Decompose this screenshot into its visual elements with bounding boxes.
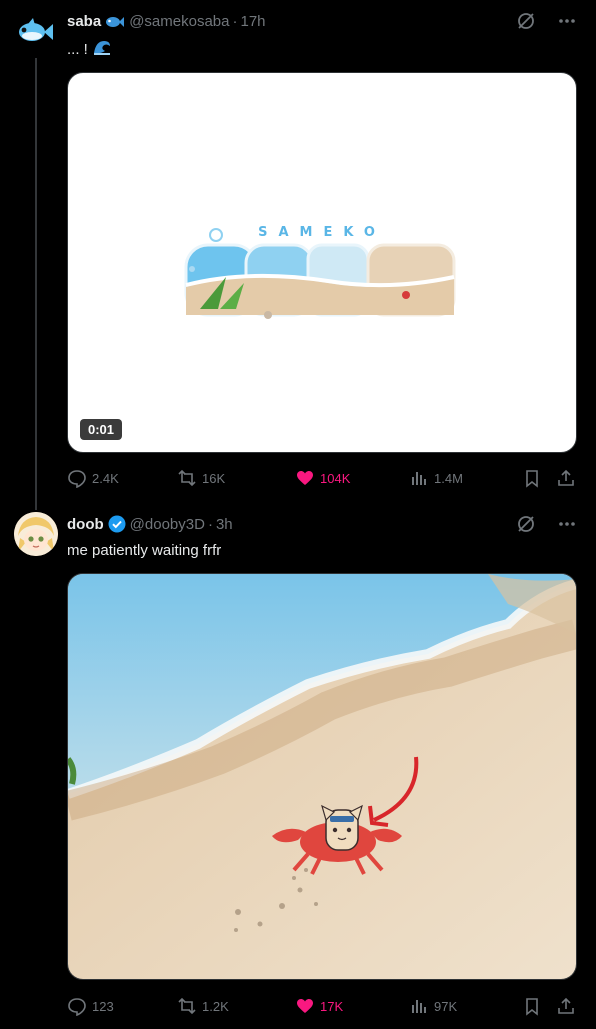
like-button[interactable]: 104K	[295, 468, 350, 488]
tweet-text-body: me patiently waiting frfr	[67, 541, 222, 559]
reply-icon	[68, 470, 86, 488]
tweet-text: ... !	[67, 38, 112, 60]
avatar-doob[interactable]	[14, 512, 58, 556]
wave-emoji-icon	[92, 38, 112, 60]
tweet-text-body: ... !	[67, 40, 88, 58]
tweet-top-icons	[516, 11, 576, 31]
timestamp[interactable]: 3h	[216, 516, 233, 533]
view-count: 1.4M	[434, 470, 463, 486]
repost-count: 1.2K	[202, 998, 229, 1014]
user-handle[interactable]: @dooby3D	[130, 516, 205, 533]
view-count: 97K	[434, 998, 458, 1014]
share-button[interactable]	[556, 996, 576, 1016]
tweet-top-icons	[516, 514, 576, 534]
user-handle[interactable]: @samekosaba	[129, 13, 229, 30]
repost-button[interactable]: 1.2K	[177, 996, 229, 1016]
repost-button[interactable]: 16K	[177, 468, 225, 488]
fish-emoji-icon	[105, 13, 125, 29]
views-button[interactable]: 1.4M	[409, 468, 463, 488]
tweet-doob[interactable]: doob @dooby3D · 3h me patiently waiting …	[0, 500, 596, 1029]
share-icon	[558, 469, 574, 486]
like-count: 17K	[320, 998, 344, 1014]
heart-icon	[297, 999, 313, 1013]
grok-icon[interactable]	[516, 11, 536, 31]
like-count: 104K	[320, 470, 351, 486]
repost-icon	[178, 469, 196, 487]
bookmark-button[interactable]	[522, 468, 542, 488]
repost-count: 16K	[202, 470, 226, 486]
tweet-actions: 123 1.2K 17K 97K	[67, 996, 576, 1016]
tweet-saba[interactable]: saba @samekosaba · 17h ... ! SAMEKO 0:01…	[0, 0, 596, 500]
separator-dot: ·	[207, 515, 213, 533]
video-player[interactable]: SAMEKO 0:01	[67, 72, 577, 453]
tweet-header: saba @samekosaba · 17h	[67, 11, 266, 31]
reply-button[interactable]: 123	[67, 996, 114, 1016]
repost-icon	[178, 997, 196, 1015]
views-icon	[412, 1000, 426, 1013]
tweet-image[interactable]	[67, 573, 577, 980]
timestamp[interactable]: 17h	[240, 13, 265, 30]
views-button[interactable]: 97K	[409, 996, 457, 1016]
more-options-icon[interactable]	[558, 18, 576, 24]
more-options-icon[interactable]	[558, 521, 576, 527]
separator-dot: ·	[232, 12, 238, 30]
logo-small-text: SAMEKO	[258, 225, 386, 240]
tweet-header: doob @dooby3D · 3h	[67, 514, 233, 534]
like-button[interactable]: 17K	[295, 996, 343, 1016]
reply-count: 123	[92, 998, 114, 1014]
avatar-saba[interactable]	[14, 12, 58, 52]
verified-badge-icon	[108, 515, 126, 533]
tweet-actions: 2.4K 16K 104K 1.4M	[67, 468, 576, 488]
saba-logo-video-frame: SAMEKO	[184, 225, 456, 319]
reply-count: 2.4K	[92, 470, 119, 486]
bookmark-icon	[526, 470, 538, 488]
tweet-text: me patiently waiting frfr	[67, 539, 221, 561]
grok-icon[interactable]	[516, 514, 536, 534]
share-button[interactable]	[556, 468, 576, 488]
views-icon	[412, 472, 426, 485]
bookmark-button[interactable]	[522, 996, 542, 1016]
reply-icon	[68, 998, 86, 1016]
beach-crab-image	[68, 574, 576, 979]
timeline: saba @samekosaba · 17h ... ! SAMEKO 0:01…	[0, 0, 596, 1029]
bookmark-icon	[526, 998, 538, 1016]
heart-icon	[297, 471, 313, 485]
display-name[interactable]: doob	[67, 516, 104, 533]
display-name[interactable]: saba	[67, 13, 101, 30]
logo-letters	[184, 228, 456, 319]
video-duration: 0:01	[80, 419, 123, 440]
reply-button[interactable]: 2.4K	[67, 468, 119, 488]
share-icon	[558, 997, 574, 1014]
